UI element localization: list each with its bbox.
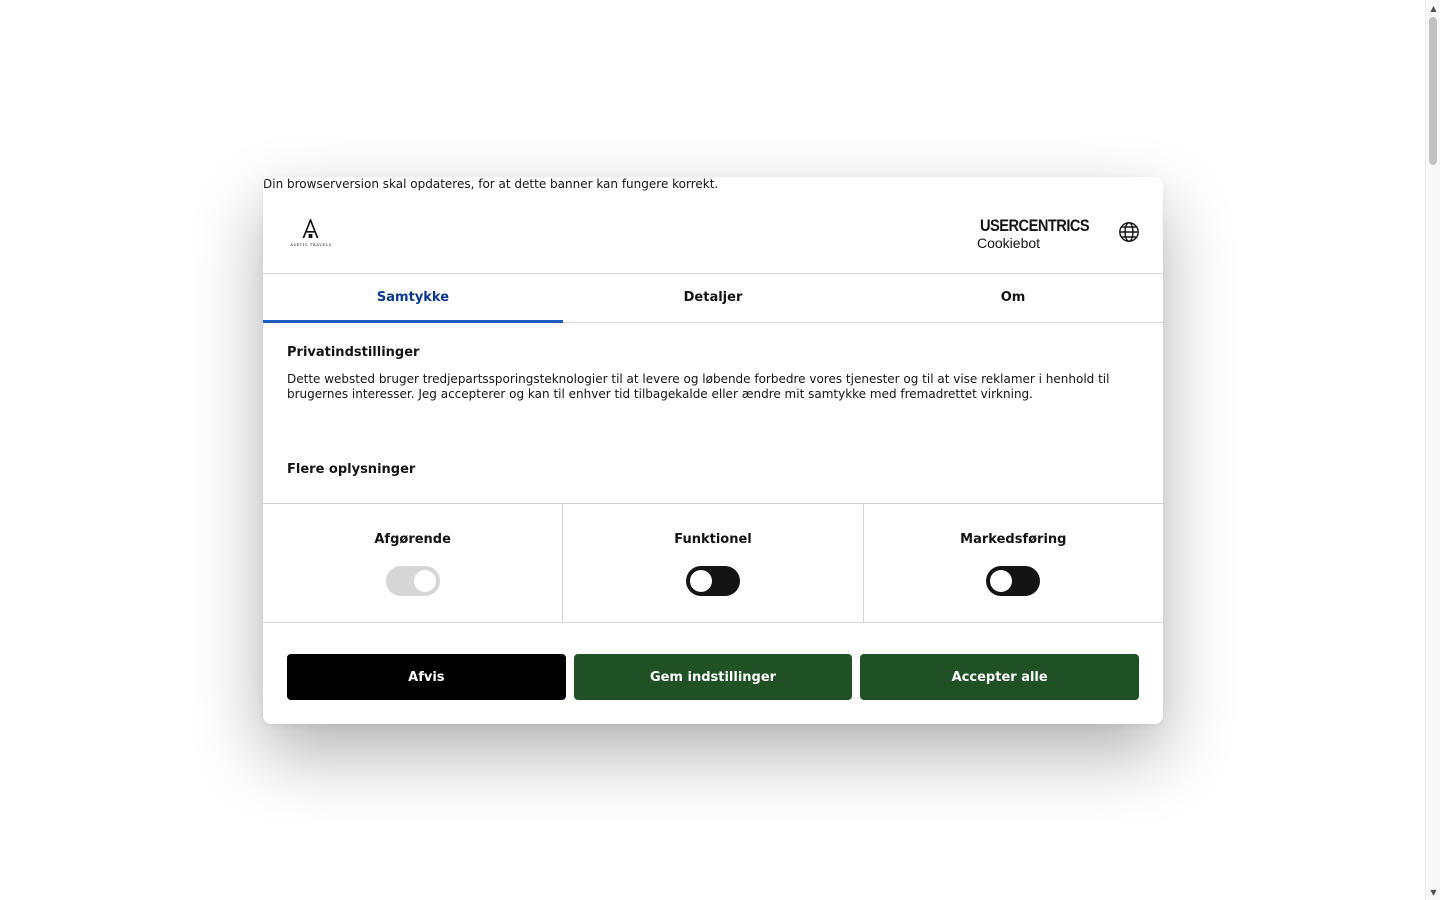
cookie-consent-dialog: Din browserversion skal opdateres, for a… [263, 177, 1163, 724]
privacy-settings-text: Dette websted bruger tredjepartssporings… [287, 372, 1110, 401]
toggle-knob [990, 570, 1013, 592]
tab-om[interactable]: Om [863, 273, 1163, 322]
usercentrics-wordmark: USERCENTRICS [980, 216, 1090, 235]
consent-categories: Afgørende Funktionel Markedsføring [263, 503, 1163, 623]
save-settings-button[interactable]: Gem indstillinger [573, 654, 853, 700]
globe-icon [1119, 222, 1139, 242]
scroll-thumb[interactable] [1429, 17, 1437, 165]
browser-warning: Din browserversion skal opdateres, for a… [263, 177, 719, 191]
brand-logo-image: ASETIC TRAVELS [289, 219, 333, 247]
category-marketing: Markedsføring [864, 504, 1163, 622]
category-label: Funktionel [674, 532, 752, 547]
scroll-up-icon[interactable]: ▲ [1426, 0, 1440, 16]
consent-content: Privatindstillinger Dette websted bruger… [287, 345, 1139, 402]
page-scrollbar[interactable]: ▲ ▼ [1425, 0, 1440, 900]
necessary-toggle [385, 566, 440, 596]
marketing-toggle[interactable] [986, 566, 1041, 596]
tab-detaljer[interactable]: Detaljer [563, 273, 863, 322]
svg-text:ASETIC TRAVELS: ASETIC TRAVELS [289, 243, 331, 247]
page: Din browserversion skal opdateres, for a… [0, 0, 1440, 900]
brand-logo: ASETIC TRAVELS [287, 218, 335, 248]
dialog-footer: Afvis Gem indstillinger Accepter alle [287, 654, 1140, 700]
toggle-knob [689, 570, 712, 592]
usercentrics-cookiebot-logo: USERCENTRICS Cookiebot [977, 216, 1095, 251]
privacy-settings-title: Privatindstillinger [287, 345, 420, 360]
consent-tabs: Samtykke Detaljer Om [263, 273, 1163, 323]
functional-toggle[interactable] [685, 566, 740, 596]
accept-all-button[interactable]: Accepter alle [860, 654, 1140, 700]
dialog-header: Din browserversion skal opdateres, for a… [263, 177, 1163, 274]
scroll-down-icon[interactable]: ▼ [1426, 884, 1440, 900]
category-label: Markedsføring [960, 532, 1067, 547]
category-necessary: Afgørende [263, 504, 564, 622]
deny-button[interactable]: Afvis [287, 654, 566, 700]
more-info-link[interactable]: Flere oplysninger [287, 462, 415, 478]
category-functional: Funktionel [563, 504, 864, 622]
cookiebot-wordmark: Cookiebot [977, 235, 1041, 251]
toggle-knob [413, 570, 436, 592]
tab-samtykke[interactable]: Samtykke [263, 273, 563, 323]
category-label: Afgørende [374, 532, 451, 547]
language-selector-button[interactable] [1117, 220, 1141, 244]
